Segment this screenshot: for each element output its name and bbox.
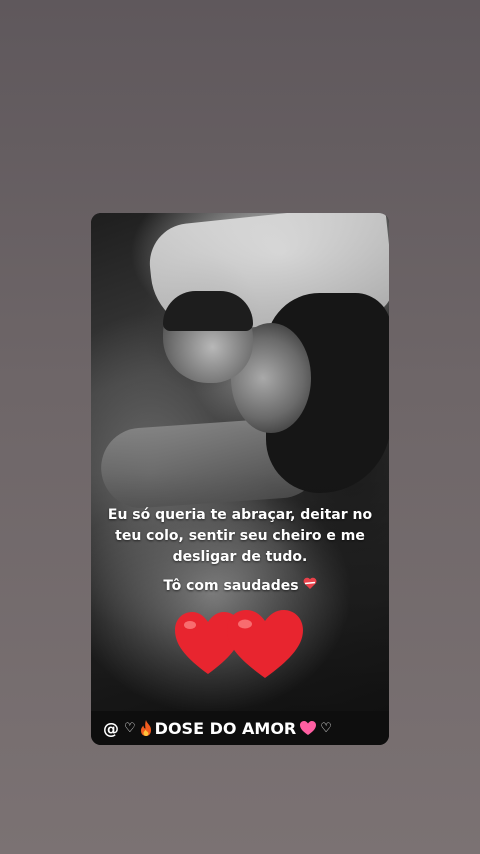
heart-ribbon-icon <box>303 577 317 594</box>
two-red-hearts-icon <box>173 610 313 691</box>
photo-hair-left <box>163 291 253 331</box>
pink-heart-icon <box>299 720 317 736</box>
caption-trailing-heart: ♡ <box>320 720 332 736</box>
fire-icon <box>139 719 153 737</box>
missing-you-label: Tô com saudades <box>163 578 299 594</box>
caption-outline-heart: ♡ <box>124 720 136 736</box>
story-quote: Eu só queria te abraçar, deitar no teu c… <box>107 507 373 565</box>
story-card[interactable]: Eu só queria te abraçar, deitar no teu c… <box>91 213 389 745</box>
caption-bar[interactable]: @ ♡ DOSE DO AMOR ♡ <box>91 711 389 745</box>
caption-title: DOSE DO AMOR <box>154 718 297 738</box>
caption-at: @ <box>103 718 119 738</box>
missing-you-text: Tô com saudades <box>91 577 389 594</box>
red-heart-right-icon <box>227 610 303 678</box>
